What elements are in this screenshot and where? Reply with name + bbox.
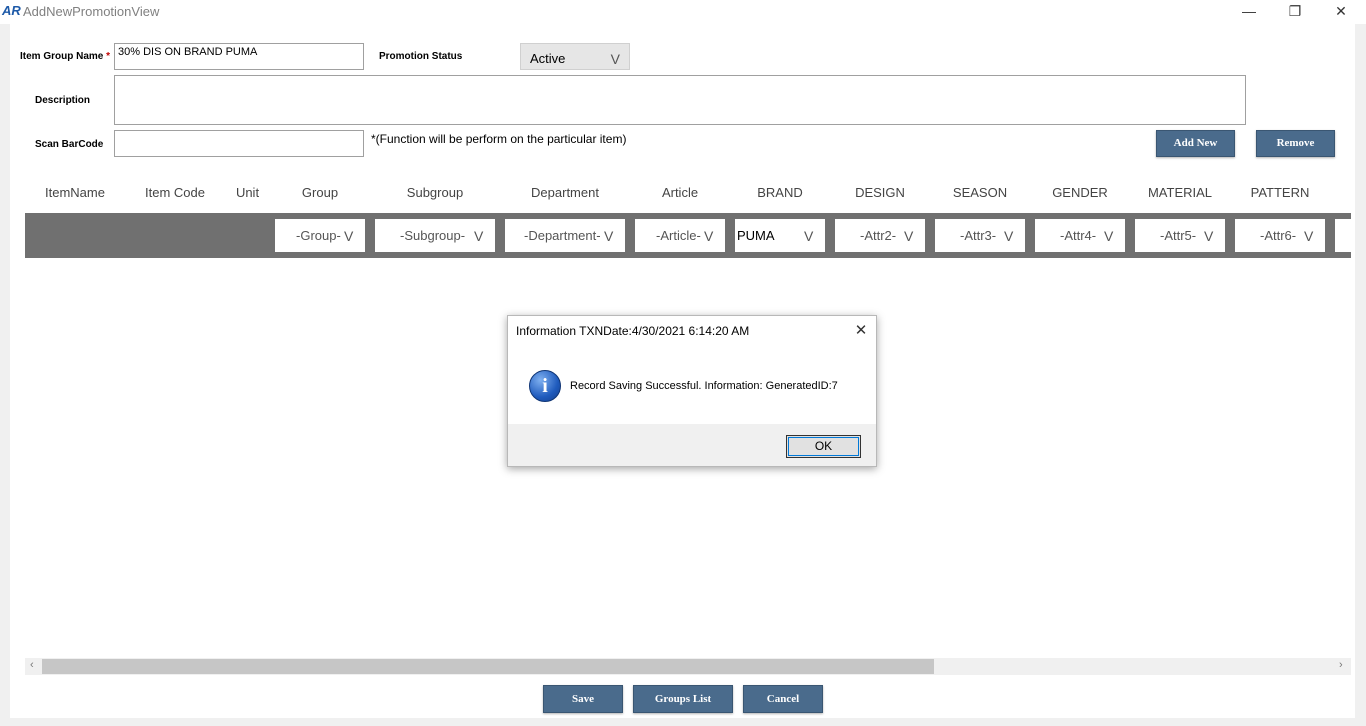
column-header-season[interactable]: SEASON — [935, 185, 1025, 200]
pattern-filter-value: -Attr6- — [1260, 228, 1297, 243]
maximize-button[interactable]: ❐ — [1272, 0, 1318, 24]
minimize-button[interactable]: — — [1226, 0, 1272, 24]
chevron-down-icon: V — [904, 228, 914, 244]
promotion-status-value: Active — [530, 51, 566, 66]
chevron-down-icon: V — [804, 228, 814, 244]
chevron-down-icon: V — [610, 51, 620, 67]
column-header-subgroup[interactable]: Subgroup — [375, 185, 495, 200]
save-button[interactable]: Save — [543, 685, 623, 713]
season-filter-value: -Attr3- — [960, 228, 997, 243]
scan-barcode-input[interactable] — [114, 130, 364, 157]
remove-button[interactable]: Remove — [1256, 130, 1335, 157]
chevron-down-icon: V — [604, 228, 614, 244]
scroll-right-icon[interactable]: › — [1339, 659, 1343, 671]
design-filter-select[interactable]: -Attr2- V — [835, 219, 925, 252]
column-header-gender[interactable]: GENDER — [1035, 185, 1125, 200]
dialog-close-icon[interactable]: ✕ — [848, 320, 874, 342]
chevron-down-icon: V — [1204, 228, 1214, 244]
item-group-name-input[interactable]: 30% DIS ON BRAND PUMA — [114, 43, 364, 70]
information-dialog: Information TXNDate:4/30/2021 6:14:20 AM… — [507, 315, 877, 467]
gender-filter-select[interactable]: -Attr4- V — [1035, 219, 1125, 252]
column-header-pattern[interactable]: PATTERN — [1235, 185, 1325, 200]
next-filter-select[interactable] — [1335, 219, 1351, 252]
dialog-message: Record Saving Successful. Information: G… — [570, 380, 838, 392]
horizontal-scrollbar[interactable]: ‹ › — [25, 658, 1351, 675]
column-header-department[interactable]: Department — [505, 185, 625, 200]
dialog-footer: OK — [508, 424, 876, 466]
description-label: Description — [35, 95, 91, 106]
design-filter-value: -Attr2- — [860, 228, 897, 243]
info-icon: i — [529, 370, 561, 402]
column-header-unit[interactable]: Unit — [220, 185, 275, 200]
material-filter-value: -Attr5- — [1160, 228, 1197, 243]
app-logo: AR — [2, 3, 21, 18]
column-header-brand[interactable]: BRAND — [735, 185, 825, 200]
scan-barcode-label: Scan BarCode — [35, 139, 104, 150]
column-header-design[interactable]: DESIGN — [835, 185, 925, 200]
pattern-filter-select[interactable]: -Attr6- V — [1235, 219, 1325, 252]
season-filter-select[interactable]: -Attr3- V — [935, 219, 1025, 252]
chevron-down-icon: V — [704, 228, 714, 244]
cancel-button[interactable]: Cancel — [743, 685, 823, 713]
chevron-down-icon: V — [1304, 228, 1314, 244]
chevron-down-icon: V — [1004, 228, 1014, 244]
chevron-down-icon: V — [1104, 228, 1114, 244]
column-header-item-code[interactable]: Item Code — [130, 185, 220, 200]
chevron-down-icon: V — [344, 228, 354, 244]
material-filter-select[interactable]: -Attr5- V — [1135, 219, 1225, 252]
column-header-group[interactable]: Group — [275, 185, 365, 200]
window-title: AddNewPromotionView — [23, 4, 160, 19]
group-filter-value: -Group- — [296, 228, 341, 243]
promotion-status-label: Promotion Status — [379, 51, 463, 62]
promotion-status-select[interactable]: Active V — [520, 43, 630, 70]
close-window-button[interactable]: ✕ — [1318, 0, 1364, 24]
article-filter-value: -Article- — [656, 228, 701, 243]
chevron-down-icon: V — [474, 228, 484, 244]
article-filter-select[interactable]: -Article- V — [635, 219, 725, 252]
title-bar: AR AddNewPromotionView — ❐ ✕ — [0, 0, 1366, 24]
brand-filter-value: PUMA — [737, 228, 775, 243]
group-filter-select[interactable]: -Group- V — [275, 219, 365, 252]
item-group-name-label: Item Group Name * — [20, 51, 111, 62]
scan-hint-text: *(Function will be perform on the partic… — [371, 132, 627, 146]
brand-filter-select[interactable]: PUMA V — [735, 219, 825, 252]
required-marker: * — [106, 51, 111, 62]
ok-button[interactable]: OK — [786, 435, 861, 458]
scrollbar-thumb[interactable] — [42, 659, 934, 674]
add-new-button[interactable]: Add New — [1156, 130, 1235, 157]
department-filter-select[interactable]: -Department- V — [505, 219, 625, 252]
column-header-article[interactable]: Article — [635, 185, 725, 200]
gender-filter-value: -Attr4- — [1060, 228, 1097, 243]
department-filter-value: -Department- — [524, 228, 601, 243]
subgroup-filter-select[interactable]: -Subgroup- V — [375, 219, 495, 252]
subgroup-filter-value: -Subgroup- — [400, 228, 466, 243]
filter-row: -Group- V -Subgroup- V -Department- V -A… — [25, 213, 1351, 258]
scroll-left-icon[interactable]: ‹ — [30, 659, 34, 671]
column-header-material[interactable]: MATERIAL — [1135, 185, 1225, 200]
description-input[interactable] — [114, 75, 1246, 125]
dialog-title: Information TXNDate:4/30/2021 6:14:20 AM — [516, 324, 750, 338]
column-header-itemname[interactable]: ItemName — [30, 185, 120, 200]
grid-header: ItemName Item Code Unit Group Subgroup D… — [25, 173, 1351, 213]
groups-list-button[interactable]: Groups List — [633, 685, 733, 713]
